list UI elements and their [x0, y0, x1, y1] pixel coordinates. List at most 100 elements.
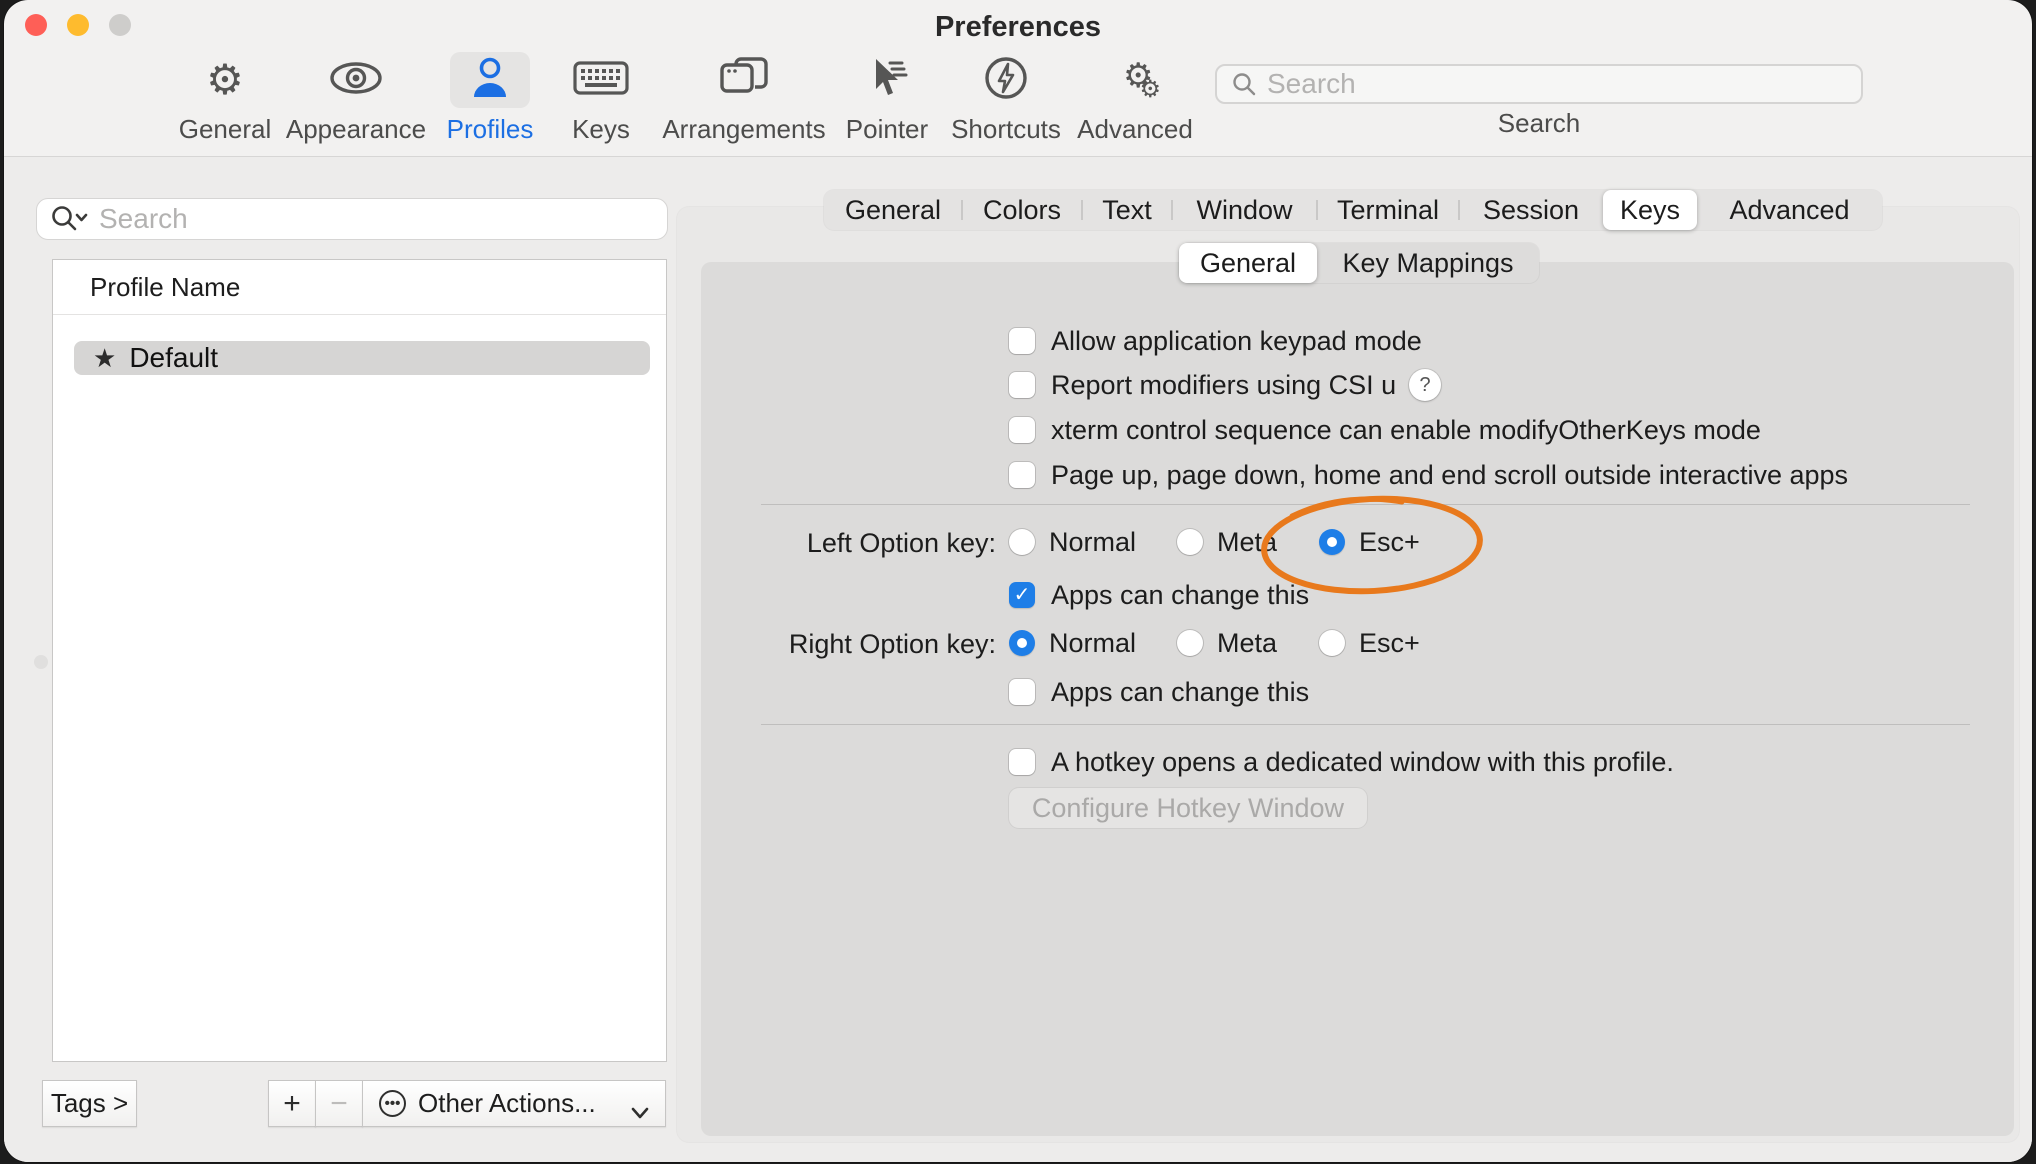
- checkbox-label: Report modifiers using CSI u: [1051, 370, 1396, 401]
- help-button[interactable]: ?: [1409, 369, 1441, 401]
- radio-option: Normal: [1009, 626, 1136, 660]
- left-option-meta-radio[interactable]: [1177, 529, 1203, 555]
- tab-label: Text: [1102, 195, 1152, 226]
- search-icon: [1231, 71, 1257, 97]
- radio-label: Normal: [1049, 628, 1136, 659]
- minus-icon: −: [330, 1087, 348, 1121]
- tab-label: Keys: [1620, 195, 1680, 226]
- checkbox-row: ✓ Allow application keypad mode: [1009, 324, 1422, 358]
- toolbar-item-label: Shortcuts: [951, 114, 1061, 145]
- tab-text[interactable]: Text: [1082, 190, 1172, 230]
- ellipsis-circle-icon: •••: [379, 1090, 406, 1117]
- tab-keys[interactable]: Keys: [1603, 190, 1697, 230]
- tab-label: Window: [1196, 195, 1292, 226]
- subtab-key-mappings[interactable]: Key Mappings: [1317, 243, 1539, 283]
- subtab-label: Key Mappings: [1342, 248, 1513, 279]
- checkbox-label: xterm control sequence can enable modify…: [1051, 415, 1761, 446]
- hotkey-row: ✓ A hotkey opens a dedicated window with…: [1009, 745, 1674, 779]
- tab-label: Advanced: [1729, 195, 1849, 226]
- checkbox-row: ✓ Page up, page down, home and end scroll…: [1009, 458, 1848, 492]
- hotkey-label: A hotkey opens a dedicated window with t…: [1051, 747, 1674, 778]
- toolbar-divider: [4, 156, 2032, 157]
- eye-icon: [326, 58, 386, 103]
- tab-label: General: [845, 195, 941, 226]
- tab-session[interactable]: Session: [1459, 190, 1603, 230]
- subtab-label: General: [1200, 248, 1296, 279]
- apps-can-change-row: ✓ Apps can change this: [1009, 675, 1309, 709]
- setting-checkbox[interactable]: ✓: [1009, 462, 1035, 488]
- configure-hotkey-window-button[interactable]: Configure Hotkey Window: [1009, 788, 1367, 828]
- other-actions-dropdown[interactable]: ••• Other Actions...: [362, 1080, 666, 1127]
- tab-label: Session: [1483, 195, 1579, 226]
- chevron-down-icon: [629, 1097, 651, 1128]
- checkbox-row: ✓ xterm control sequence can enable modif…: [1009, 413, 1761, 447]
- setting-checkbox[interactable]: ✓: [1009, 417, 1035, 443]
- remove-profile-button[interactable]: −: [315, 1080, 363, 1127]
- subtab-general[interactable]: General: [1179, 243, 1317, 283]
- radio-option: Normal: [1009, 525, 1136, 559]
- radio-option: Meta: [1177, 626, 1277, 660]
- radio-label: Meta: [1217, 628, 1277, 659]
- window-title: Preferences: [4, 11, 2032, 44]
- tab-separator: [1316, 200, 1318, 220]
- keyboard-icon: [572, 57, 630, 104]
- tab-label: Terminal: [1337, 195, 1439, 226]
- left-option-normal-radio[interactable]: [1009, 529, 1035, 555]
- tab-terminal[interactable]: Terminal: [1317, 190, 1459, 230]
- tab-general[interactable]: General: [824, 190, 962, 230]
- tab-advanced[interactable]: Advanced: [1697, 190, 1882, 230]
- tab-separator: [961, 200, 963, 220]
- apps-can-change-label: Apps can change this: [1051, 677, 1309, 708]
- left-option-key-label: Left Option key:: [704, 528, 996, 559]
- profile-search-input[interactable]: Search: [36, 198, 668, 240]
- toolbar-search-placeholder: Search: [1267, 68, 1356, 100]
- windows-icon: [716, 55, 772, 106]
- plus-icon: +: [283, 1087, 301, 1121]
- tags-button-label: Tags >: [51, 1088, 128, 1119]
- profile-list: Profile Name ★ Default: [52, 259, 667, 1062]
- profile-row-default[interactable]: ★ Default: [74, 341, 650, 375]
- right-option-meta-radio[interactable]: [1177, 630, 1203, 656]
- tab-colors[interactable]: Colors: [962, 190, 1082, 230]
- toolbar-item-label: Keys: [572, 114, 630, 145]
- preferences-window: Preferences ⚙GeneralAppearanceProfilesKe…: [4, 0, 2032, 1162]
- hotkey-checkbox[interactable]: ✓: [1009, 749, 1035, 775]
- annotation-circle: [1252, 490, 1492, 600]
- tags-button[interactable]: Tags >: [42, 1080, 137, 1127]
- other-actions-label: Other Actions...: [418, 1088, 596, 1119]
- add-profile-button[interactable]: +: [268, 1080, 316, 1127]
- apps-can-change-checkbox[interactable]: ✓: [1009, 582, 1035, 608]
- person-icon: [466, 55, 514, 106]
- tab-label: Colors: [983, 195, 1061, 226]
- gear-icon: ⚙: [206, 59, 244, 101]
- pointer-icon: [862, 55, 912, 106]
- window-edge-dot: [34, 655, 48, 669]
- gears-icon: ⚙⚙: [1123, 59, 1147, 102]
- tab-separator: [1171, 200, 1173, 220]
- desktop: Preferences ⚙GeneralAppearanceProfilesKe…: [0, 0, 2036, 1164]
- search-with-options-icon: [49, 204, 89, 234]
- toolbar-item-label: General: [179, 114, 272, 145]
- right-option-esc-plus-radio[interactable]: [1319, 630, 1345, 656]
- apps-can-change-checkbox[interactable]: ✓: [1009, 679, 1035, 705]
- toolbar-item-label: Pointer: [846, 114, 928, 145]
- radio-option: Esc+: [1319, 626, 1420, 660]
- toolbar-item-label: Advanced: [1077, 114, 1193, 145]
- toolbar-item-advanced[interactable]: ⚙⚙ Advanced: [1050, 52, 1220, 145]
- radio-label: Esc+: [1359, 628, 1420, 659]
- tab-window[interactable]: Window: [1172, 190, 1317, 230]
- checkbox-label: Page up, page down, home and end scroll …: [1051, 460, 1848, 491]
- checkbox-label: Allow application keypad mode: [1051, 326, 1422, 357]
- radio-label: Normal: [1049, 527, 1136, 558]
- right-option-key-label: Right Option key:: [704, 629, 996, 660]
- setting-checkbox[interactable]: ✓: [1009, 328, 1035, 354]
- profile-name: Default: [129, 342, 218, 374]
- toolbar-search-item-label: Search: [1498, 108, 1580, 139]
- section-divider: [761, 724, 1970, 725]
- toolbar-search-input[interactable]: Search: [1215, 64, 1863, 104]
- profile-search-placeholder: Search: [99, 203, 188, 235]
- setting-checkbox[interactable]: ✓: [1009, 372, 1035, 398]
- right-option-normal-radio[interactable]: [1009, 630, 1035, 656]
- default-profile-star-icon: ★: [93, 343, 116, 374]
- bolt-icon: [982, 54, 1030, 107]
